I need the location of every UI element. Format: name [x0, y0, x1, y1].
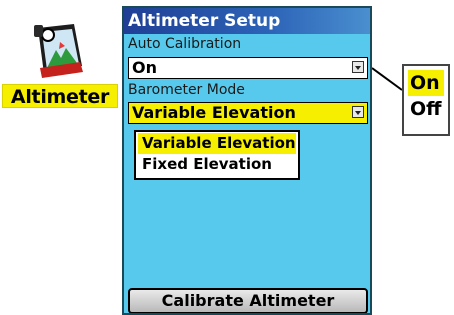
barometer-mode-dropdown[interactable]: Variable Elevation [128, 102, 368, 124]
barometer-mode-value: Variable Elevation [132, 103, 296, 122]
dropdown-arrow-icon[interactable] [352, 61, 364, 73]
barometer-mode-label: Barometer Mode [128, 82, 245, 98]
altimeter-app-label: Altimeter [2, 84, 118, 108]
screen-title: Altimeter Setup [124, 8, 370, 34]
altimeter-setup-screen: Altimeter Setup Auto Calibration On Baro… [122, 6, 372, 315]
dropdown-arrow-icon[interactable] [352, 106, 364, 118]
option-on[interactable]: On [408, 70, 444, 96]
option-fixed-elevation[interactable]: Fixed Elevation [138, 154, 296, 175]
calibrate-altimeter-button[interactable]: Calibrate Altimeter [128, 288, 368, 313]
option-variable-elevation[interactable]: Variable Elevation [138, 133, 296, 154]
auto-calibration-options-callout: On Off [402, 64, 450, 136]
barometer-mode-options: Variable Elevation Fixed Elevation [134, 130, 300, 180]
altimeter-app-icon[interactable] [30, 20, 90, 82]
auto-calibration-value: On [132, 58, 157, 77]
auto-calibration-label: Auto Calibration [128, 36, 242, 52]
callout-leader-line [372, 67, 403, 91]
auto-calibration-dropdown[interactable]: On [128, 57, 368, 79]
option-off[interactable]: Off [408, 96, 444, 122]
